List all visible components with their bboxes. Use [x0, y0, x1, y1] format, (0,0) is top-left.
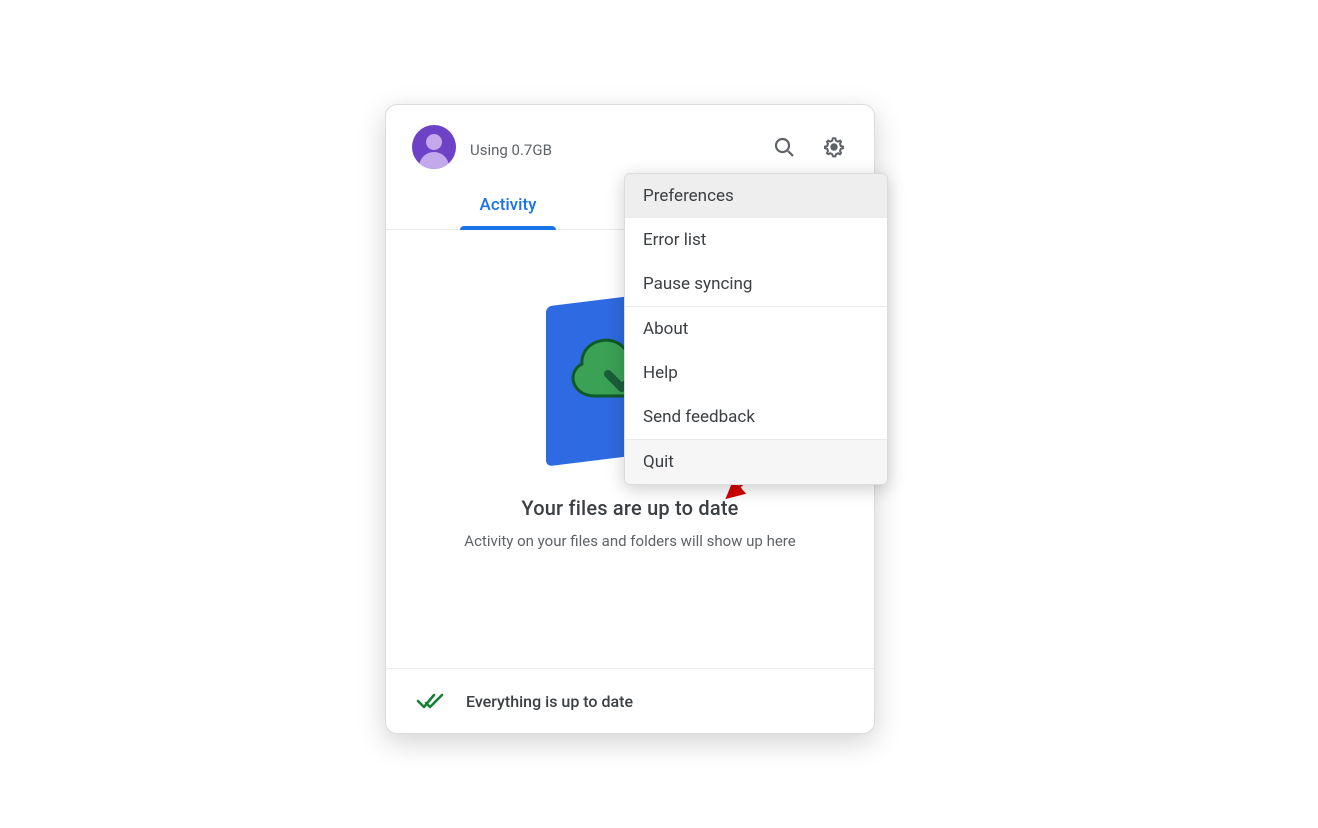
menu-item-quit[interactable]: Quit: [625, 440, 887, 484]
footer-status: Everything is up to date: [466, 692, 633, 711]
menu-item-pause-syncing[interactable]: Pause syncing: [625, 262, 887, 306]
double-check-icon: [416, 691, 444, 711]
menu-item-help[interactable]: Help: [625, 351, 887, 395]
status-subtitle: Activity on your files and folders will …: [386, 532, 874, 550]
panel-footer: Everything is up to date: [386, 668, 874, 733]
menu-item-preferences[interactable]: Preferences: [625, 174, 887, 218]
avatar[interactable]: [412, 125, 456, 169]
menu-item-about[interactable]: About: [625, 307, 887, 351]
panel-header: Using 0.7GB: [386, 105, 874, 183]
search-icon: [772, 135, 796, 159]
gear-icon: [822, 135, 846, 159]
search-button[interactable]: [766, 129, 802, 165]
tab-activity[interactable]: Activity: [386, 183, 630, 229]
drive-panel: Using 0.7GB Activity Notifications Your …: [385, 104, 875, 734]
menu-item-send-feedback[interactable]: Send feedback: [625, 395, 887, 439]
status-title: Your files are up to date: [386, 496, 874, 520]
settings-menu: Preferences Error list Pause syncing Abo…: [624, 173, 888, 485]
storage-usage-label: Using 0.7GB: [470, 135, 752, 159]
menu-item-error-list[interactable]: Error list: [625, 218, 887, 262]
settings-button[interactable]: [816, 129, 852, 165]
